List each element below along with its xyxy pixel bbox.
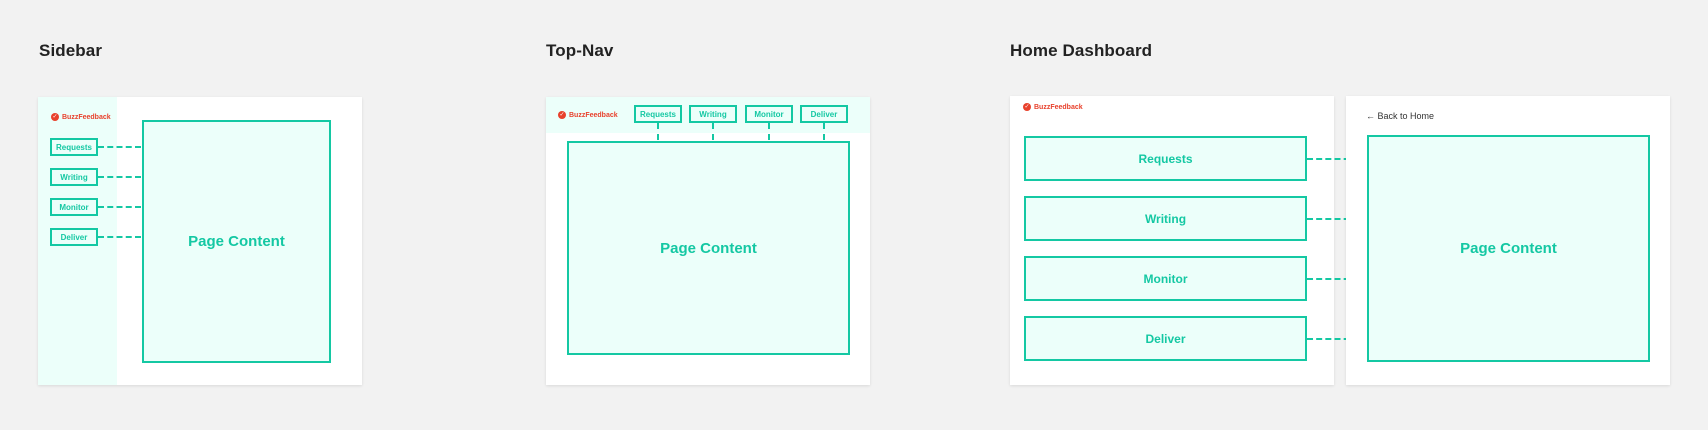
connector-line [98,206,141,208]
topnav-section-title: Top-Nav [546,41,614,60]
topnav-item-monitor[interactable]: Monitor [745,105,793,123]
dashboard-tile-writing[interactable]: Writing [1024,196,1307,241]
sidebar-brand-logo: ✓ BuzzFeedback [51,113,111,121]
sidebar-item-writing[interactable]: Writing [50,168,98,186]
sidebar-section-title: Sidebar [39,41,103,60]
topnav-item-requests[interactable]: Requests [634,105,682,123]
dashboard-tile-deliver[interactable]: Deliver [1024,316,1307,361]
sidebar-item-deliver[interactable]: Deliver [50,228,98,246]
page-content-area: Page Content [142,120,331,363]
brand-name: BuzzFeedback [569,111,618,119]
sidebar-layout-card: ✓ BuzzFeedback Requests Writing Monitor … [38,97,362,385]
home-brand-logo: ✓ BuzzFeedback [1023,103,1083,111]
dashboard-tile-monitor[interactable]: Monitor [1024,256,1307,301]
dashboard-tile-requests[interactable]: Requests [1024,136,1307,181]
buzzfeedback-logo-icon: ✓ [558,111,566,119]
topnav-layout-card: ✓ BuzzFeedback Requests Writing Monitor … [546,97,870,385]
buzzfeedback-logo-icon: ✓ [51,113,59,121]
sidebar-item-requests[interactable]: Requests [50,138,98,156]
page-content-area: Page Content [1367,135,1650,362]
home-detail-card: ← Back to Home Page Content [1346,96,1670,385]
topnav-item-writing[interactable]: Writing [689,105,737,123]
brand-name: BuzzFeedback [1034,103,1083,111]
topnav-item-deliver[interactable]: Deliver [800,105,848,123]
connector-line [98,146,141,148]
sidebar-item-monitor[interactable]: Monitor [50,198,98,216]
connector-line [657,123,659,140]
brand-name: BuzzFeedback [62,113,111,121]
connector-line [712,123,714,140]
home-section-title: Home Dashboard [1010,41,1153,60]
buzzfeedback-logo-icon: ✓ [1023,103,1031,111]
back-to-home-link[interactable]: ← Back to Home [1366,111,1434,121]
connector-line [98,236,141,238]
connector-line [98,176,141,178]
page-content-area: Page Content [567,141,850,355]
topnav-brand-logo: ✓ BuzzFeedback [558,111,618,119]
connector-line [768,123,770,140]
home-dashboard-card: ✓ BuzzFeedback Requests Writing Monitor … [1010,96,1334,385]
connector-line [823,123,825,140]
